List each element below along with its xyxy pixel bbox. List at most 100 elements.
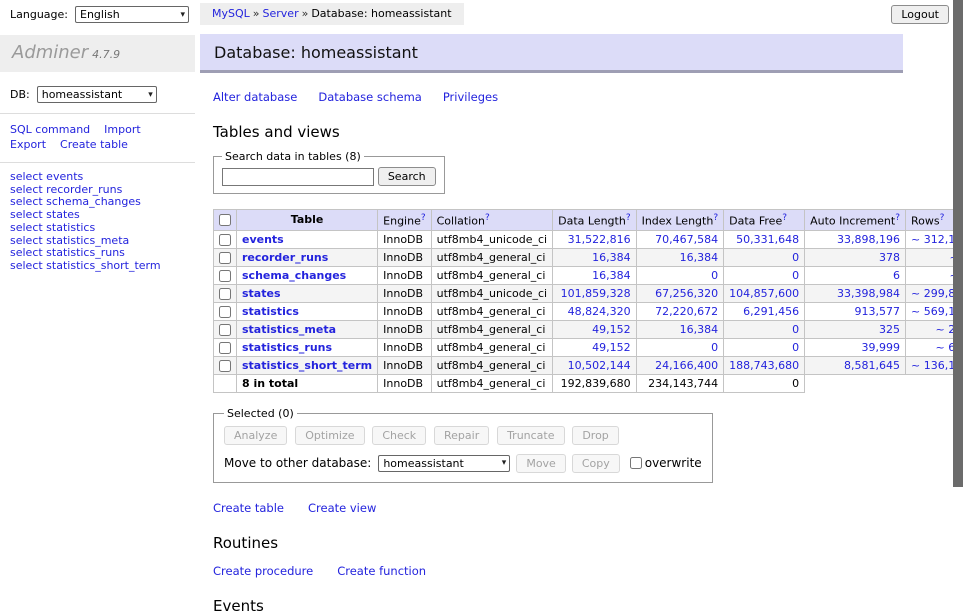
data-free-link[interactable]: 0 (792, 323, 799, 336)
index-length-link[interactable]: 0 (711, 269, 718, 282)
scrollbar-thumb[interactable] (953, 0, 963, 487)
data-length-link[interactable]: 101,859,328 (561, 287, 631, 300)
privileges-link[interactable]: Privileges (443, 90, 498, 104)
row-checkbox[interactable] (219, 342, 231, 354)
auto-increment-link[interactable]: 913,577 (855, 305, 901, 318)
overwrite-label: overwrite (645, 456, 702, 470)
sidebar-select-states[interactable]: select states (10, 209, 185, 222)
table-name-link[interactable]: schema_changes (242, 269, 346, 282)
row-checkbox[interactable] (219, 234, 231, 246)
help-icon[interactable]: ? (626, 213, 631, 223)
table-name-link[interactable]: statistics_meta (242, 323, 336, 336)
data-free-link[interactable]: 104,857,600 (729, 287, 799, 300)
drop-button[interactable]: Drop (572, 426, 618, 445)
table-name-link[interactable]: statistics_short_term (242, 359, 372, 372)
auto-increment-link[interactable]: 6 (893, 269, 900, 282)
truncate-button[interactable]: Truncate (497, 426, 564, 445)
col-header-collation: Collation? (431, 210, 552, 231)
copy-button[interactable]: Copy (572, 454, 620, 473)
index-length-link[interactable]: 24,166,400 (655, 359, 718, 372)
help-icon[interactable]: ? (940, 213, 945, 223)
data-free-link[interactable]: 0 (792, 251, 799, 264)
table-name-link[interactable]: states (242, 287, 281, 300)
col-header-table: Table (237, 210, 378, 231)
sidebar-select-events[interactable]: select events (10, 171, 185, 184)
data-length-link[interactable]: 49,152 (592, 341, 631, 354)
data-length-link[interactable]: 16,384 (592, 251, 631, 264)
help-icon[interactable]: ? (421, 213, 426, 223)
sidebar-create-table-link[interactable]: Create table (60, 138, 128, 151)
index-length-link[interactable]: 67,256,320 (655, 287, 718, 300)
data-length-link[interactable]: 16,384 (592, 269, 631, 282)
auto-increment-link[interactable]: 325 (879, 323, 900, 336)
auto-increment-link[interactable]: 8,581,645 (844, 359, 900, 372)
data-length-link[interactable]: 10,502,144 (568, 359, 631, 372)
move-database-select[interactable]: homeassistant ▾ (378, 455, 510, 472)
create-function-link[interactable]: Create function (337, 564, 426, 578)
analyze-button[interactable]: Analyze (224, 426, 287, 445)
table-name-link[interactable]: events (242, 233, 284, 246)
data-free-link[interactable]: 0 (792, 269, 799, 282)
table-row: schema_changes InnoDB utf8mb4_general_ci… (214, 266, 966, 284)
repair-button[interactable]: Repair (434, 426, 489, 445)
db-select[interactable]: homeassistant ▾ (37, 86, 157, 103)
sidebar-select-statistics-short-term[interactable]: select statistics_short_term (10, 260, 185, 273)
select-all-checkbox[interactable] (219, 214, 231, 226)
data-free-link[interactable]: 188,743,680 (729, 359, 799, 372)
search-input[interactable] (222, 168, 374, 186)
breadcrumb-server-link[interactable]: Server (263, 7, 299, 20)
data-length-link[interactable]: 49,152 (592, 323, 631, 336)
check-button[interactable]: Check (372, 426, 426, 445)
sidebar-sql-command-link[interactable]: SQL command (10, 123, 90, 136)
logout-button[interactable]: Logout (891, 5, 949, 24)
auto-increment-link[interactable]: 378 (879, 251, 900, 264)
auto-increment-link[interactable]: 39,999 (862, 341, 901, 354)
row-checkbox[interactable] (219, 252, 231, 264)
row-checkbox[interactable] (219, 360, 231, 372)
data-free-link[interactable]: 6,291,456 (743, 305, 799, 318)
row-checkbox[interactable] (219, 270, 231, 282)
create-view-link[interactable]: Create view (308, 501, 376, 515)
collation-cell: utf8mb4_general_ci (431, 374, 552, 392)
move-row: Move to other database: homeassistant ▾ … (224, 454, 702, 473)
breadcrumb-current: Database: homeassistant (311, 7, 451, 20)
engine-cell: InnoDB (378, 230, 431, 248)
create-procedure-link[interactable]: Create procedure (213, 564, 313, 578)
index-length-link[interactable]: 16,384 (680, 251, 719, 264)
table-name-link[interactable]: statistics_runs (242, 341, 332, 354)
index-length-link[interactable]: 0 (711, 341, 718, 354)
table-name-link[interactable]: recorder_runs (242, 251, 328, 264)
db-row: DB: homeassistant ▾ (0, 72, 195, 103)
sidebar-export-link[interactable]: Export (10, 138, 46, 151)
help-icon[interactable]: ? (895, 213, 900, 223)
row-checkbox[interactable] (219, 306, 231, 318)
auto-increment-link[interactable]: 33,398,984 (837, 287, 900, 300)
optimize-button[interactable]: Optimize (295, 426, 364, 445)
table-name-link[interactable]: statistics (242, 305, 299, 318)
sidebar-import-link[interactable]: Import (104, 123, 141, 136)
help-icon[interactable]: ? (782, 213, 787, 223)
row-checkbox[interactable] (219, 324, 231, 336)
create-table-link[interactable]: Create table (213, 501, 284, 515)
overwrite-checkbox[interactable] (630, 457, 642, 469)
data-free-link[interactable]: 0 (792, 341, 799, 354)
data-length-link[interactable]: 31,522,816 (568, 233, 631, 246)
database-schema-link[interactable]: Database schema (318, 90, 421, 104)
index-length-link[interactable]: 70,467,584 (655, 233, 718, 246)
search-button[interactable]: Search (378, 167, 436, 186)
index-length-link[interactable]: 16,384 (680, 323, 719, 336)
breadcrumb: MySQL»Server»Database: homeassistant (200, 3, 464, 25)
sidebar-select-statistics[interactable]: select statistics (10, 222, 185, 235)
move-button[interactable]: Move (516, 454, 566, 473)
row-checkbox[interactable] (219, 288, 231, 300)
alter-database-link[interactable]: Alter database (213, 90, 297, 104)
auto-increment-link[interactable]: 33,898,196 (837, 233, 900, 246)
index-length-link[interactable]: 72,220,672 (655, 305, 718, 318)
language-select[interactable]: English ▾ (75, 6, 189, 23)
help-icon[interactable]: ? (485, 213, 490, 223)
breadcrumb-mysql-link[interactable]: MySQL (212, 7, 250, 20)
help-icon[interactable]: ? (713, 213, 718, 223)
data-length-link[interactable]: 48,824,320 (568, 305, 631, 318)
data-free-link[interactable]: 50,331,648 (736, 233, 799, 246)
collation-cell: utf8mb4_unicode_ci (431, 230, 552, 248)
